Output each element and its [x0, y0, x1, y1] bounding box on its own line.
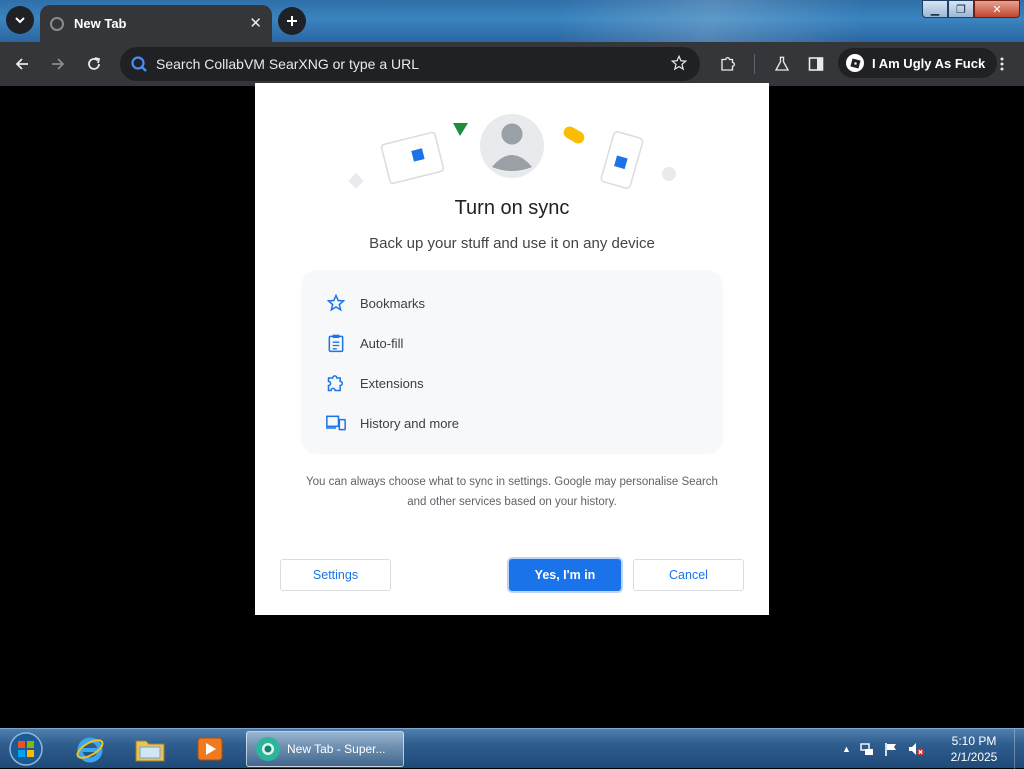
omnibox-placeholder: Search CollabVM SearXNG or type a URL	[156, 56, 419, 72]
omnibox[interactable]: Search CollabVM SearXNG or type a URL	[120, 47, 700, 81]
sync-dialog: Turn on sync Back up your stuff and use …	[255, 83, 769, 615]
feature-extensions: Extensions	[325, 371, 424, 395]
taskbar-browser-window[interactable]: New Tab - Super...	[246, 731, 404, 767]
avatar	[846, 54, 864, 72]
system-tray: ▲	[842, 729, 925, 769]
feature-autofill: Auto-fill	[325, 331, 403, 355]
reload-icon	[88, 57, 101, 70]
taskbar-ie[interactable]	[64, 731, 116, 767]
search-icon	[130, 55, 148, 78]
arrow-left-icon	[15, 58, 28, 70]
more-vert-icon	[1000, 57, 1004, 71]
side-panel-icon	[808, 57, 824, 71]
taskbar-media-player[interactable]	[184, 731, 236, 767]
restore-button[interactable]: ❐	[948, 0, 974, 18]
close-tab-icon[interactable]: ✕	[249, 16, 262, 31]
network-icon[interactable]	[859, 741, 875, 757]
folder-icon	[135, 740, 165, 762]
feature-history: History and more	[325, 411, 459, 435]
volume-muted-icon[interactable]	[907, 741, 925, 757]
dialog-subtitle: Back up your stuff and use it on any dev…	[369, 235, 655, 252]
profile-button[interactable]: I Am Ugly As Fuck	[838, 48, 998, 78]
taskbar-window-label: New Tab - Super...	[287, 742, 386, 756]
media-player-icon	[197, 737, 223, 761]
action-center-flag-icon[interactable]	[883, 741, 899, 757]
toolbar-divider	[754, 54, 755, 74]
forward-button[interactable]	[40, 46, 76, 82]
system-clock[interactable]: 5:10 PM 2/1/2025	[936, 733, 1012, 765]
close-window-button[interactable]: ✕	[974, 0, 1020, 18]
taskbar-explorer[interactable]	[124, 731, 176, 767]
tab-title: New Tab	[74, 16, 127, 31]
cancel-button[interactable]: Cancel	[633, 559, 744, 591]
footnote-line-2: and other services based on your history…	[407, 496, 617, 508]
dialog-title: Turn on sync	[454, 197, 570, 219]
windows-logo-icon	[9, 732, 43, 766]
globe-icon	[50, 16, 64, 31]
chevron-down-icon	[15, 17, 25, 24]
puzzle-icon	[721, 56, 736, 71]
confirm-sync-button[interactable]: Yes, I'm in	[509, 559, 621, 591]
sync-illustration	[348, 114, 676, 189]
sync-features-list: Bookmarks Auto-fill Extensions History a…	[301, 270, 723, 454]
devices-icon	[325, 412, 347, 434]
tab-new-tab[interactable]: New Tab ✕	[40, 5, 272, 42]
show-hidden-icons-icon[interactable]: ▲	[842, 744, 851, 754]
plus-icon	[287, 16, 297, 26]
feature-label: History and more	[360, 415, 459, 431]
arrow-right-icon	[52, 58, 65, 70]
clipboard-icon	[325, 332, 347, 354]
start-button[interactable]	[4, 731, 48, 767]
minimize-button[interactable]: ▁	[922, 0, 948, 18]
side-panel-button[interactable]	[798, 46, 834, 82]
settings-button[interactable]: Settings	[280, 559, 391, 591]
clock-date: 2/1/2025	[950, 750, 998, 764]
menu-button[interactable]	[984, 46, 1020, 82]
labs-button[interactable]	[764, 46, 800, 82]
sync-footnote: You can always choose what to sync in se…	[285, 472, 739, 512]
browser-app-icon	[256, 737, 280, 761]
back-button[interactable]	[4, 46, 40, 82]
show-desktop-button[interactable]	[1014, 729, 1024, 769]
clock-time: 5:10 PM	[951, 734, 997, 748]
reload-button[interactable]	[76, 46, 112, 82]
puzzle-icon	[325, 372, 347, 394]
feature-label: Extensions	[360, 375, 424, 391]
taskbar: New Tab - Super... ▲ 5:10 PM 2/1/2025	[0, 728, 1024, 769]
window-controls: ▁ ❐ ✕	[922, 0, 1020, 19]
feature-label: Bookmarks	[360, 295, 426, 311]
star-icon	[325, 292, 347, 314]
footnote-line-1: You can always choose what to sync in se…	[306, 476, 718, 488]
extensions-button[interactable]	[710, 46, 746, 82]
profile-name: I Am Ugly As Fuck	[872, 55, 986, 71]
new-tab-button[interactable]	[278, 7, 306, 35]
flask-icon	[774, 56, 790, 71]
tab-search-button[interactable]	[6, 6, 34, 34]
internet-explorer-icon	[76, 737, 104, 763]
bookmark-star-icon[interactable]	[670, 54, 688, 77]
feature-bookmarks: Bookmarks	[325, 291, 425, 315]
feature-label: Auto-fill	[360, 335, 404, 351]
roblox-logo-icon	[849, 57, 861, 69]
